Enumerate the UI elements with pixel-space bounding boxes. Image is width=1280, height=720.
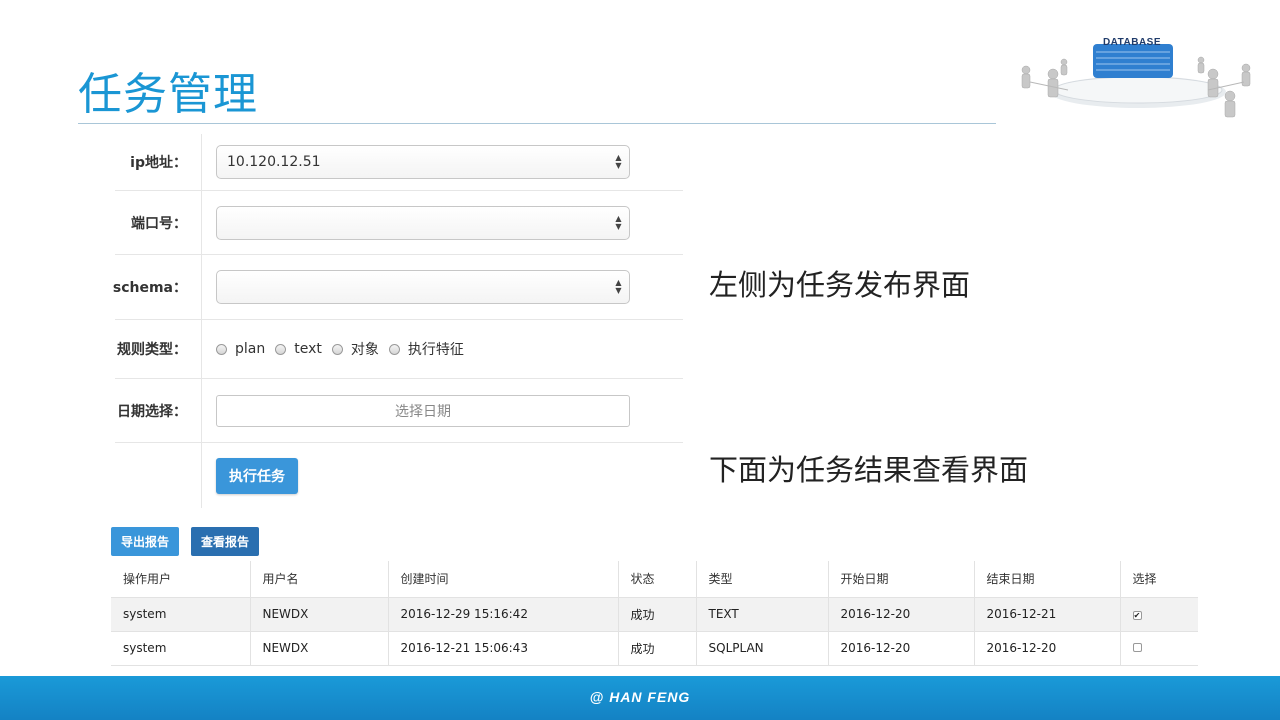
submit-row: 执行任务 — [115, 443, 683, 508]
cell-created: 2016-12-29 15:16:42 — [388, 597, 619, 632]
select-arrows-icon: ▲ ▼ — [615, 153, 622, 170]
table-row[interactable]: system NEWDX 2016-12-29 15:16:42 成功 TEXT… — [111, 597, 1198, 632]
submit-label-spacer — [115, 443, 201, 508]
rule-type-label: 规则类型： — [117, 342, 187, 358]
note-left-side: 左侧为任务发布界面 — [709, 268, 971, 302]
col-header-username: 用户名 — [250, 561, 389, 598]
ip-select[interactable]: 10.120.12.51 ▲ ▼ — [216, 145, 630, 179]
submit-field-cell: 执行任务 — [201, 443, 683, 508]
date-picker-input[interactable]: 选择日期 — [216, 394, 630, 427]
cell-start-date: 2016-12-20 — [828, 631, 975, 666]
cell-end-date: 2016-12-21 — [974, 597, 1121, 632]
date-placeholder: 选择日期 — [395, 403, 451, 420]
cell-select: ✔ — [1120, 597, 1198, 632]
schema-label: schema： — [112, 280, 187, 296]
cell-start-date: 2016-12-20 — [828, 597, 975, 632]
radio-object[interactable]: 对象 — [331, 339, 379, 359]
logo-text: DATABASE — [1102, 37, 1162, 48]
col-header-start-date: 开始日期 — [828, 561, 975, 598]
port-select[interactable]: ▲ ▼ — [216, 205, 630, 240]
radio-circle-icon[interactable] — [275, 343, 287, 355]
select-arrows-icon: ▲ ▼ — [615, 213, 622, 231]
radio-circle-icon[interactable] — [216, 343, 227, 355]
cell-type: SQLPLAN — [696, 631, 829, 666]
cell-operator: system — [111, 597, 251, 632]
title-divider — [78, 123, 996, 124]
table-row[interactable]: system NEWDX 2016-12-21 15:06:43 成功 SQLP… — [111, 631, 1198, 666]
radio-circle-icon[interactable] — [388, 343, 400, 355]
ip-label: ip地址： — [130, 155, 187, 171]
radio-object-label: 对象 — [350, 342, 379, 358]
view-report-button[interactable]: 查看报告 — [191, 527, 260, 556]
rule-type-row: 规则类型： plan text 对象 执行特征 — [115, 320, 683, 379]
ip-select-value: 10.120.12.51 — [227, 154, 321, 170]
date-field-cell: 选择日期 — [201, 379, 683, 442]
radio-text[interactable]: text — [275, 341, 322, 357]
radio-exec-feature[interactable]: 执行特征 — [388, 339, 464, 359]
date-row: 日期选择： 选择日期 — [115, 379, 683, 443]
run-task-button[interactable]: 执行任务 — [216, 457, 298, 494]
port-label: 端口号： — [131, 215, 187, 232]
port-field-cell: ▲ ▼ — [201, 191, 683, 254]
note-below: 下面为任务结果查看界面 — [709, 453, 1029, 487]
select-arrows-icon: ▲ ▼ — [615, 278, 622, 295]
ip-field-cell: 10.120.12.51 ▲ ▼ — [201, 134, 683, 190]
cell-created: 2016-12-21 15:06:43 — [388, 631, 619, 666]
cell-username: NEWDX — [250, 597, 389, 632]
cell-status: 成功 — [618, 631, 697, 666]
col-header-created: 创建时间 — [388, 561, 619, 598]
rule-type-field-cell: plan text 对象 执行特征 — [201, 320, 683, 378]
schema-field-cell: ▲ ▼ — [201, 255, 683, 319]
cell-status: 成功 — [618, 597, 697, 632]
date-label: 日期选择： — [117, 403, 187, 420]
col-header-select: 选择 — [1120, 561, 1198, 598]
cell-select — [1120, 631, 1198, 666]
col-header-status: 状态 — [618, 561, 697, 598]
row-checkbox[interactable]: ✔ — [1132, 611, 1142, 620]
footer-credit: @ HAN FENG — [589, 689, 691, 705]
col-header-operator: 操作用户 — [111, 561, 251, 598]
port-row: 端口号： ▲ ▼ — [115, 191, 683, 255]
ip-row: ip地址： 10.120.12.51 ▲ ▼ — [115, 134, 683, 191]
export-report-button[interactable]: 导出报告 — [111, 527, 180, 556]
cell-type: TEXT — [696, 597, 829, 632]
task-form: ip地址： 10.120.12.51 ▲ ▼ 端口号： ▲ ▼ schema： ▲ ▼… — [112, 134, 683, 508]
page-title: 任务管理 — [78, 69, 258, 120]
cell-username: NEWDX — [250, 631, 389, 666]
results-table: 操作用户 用户名 创建时间 状态 类型 开始日期 结束日期 选择 system … — [111, 561, 1198, 666]
schema-select[interactable]: ▲ ▼ — [216, 270, 630, 304]
table-header-row: 操作用户 用户名 创建时间 状态 类型 开始日期 结束日期 选择 — [111, 561, 1198, 598]
radio-exec-feature-label: 执行特征 — [407, 342, 464, 358]
cell-end-date: 2016-12-20 — [974, 631, 1121, 666]
radio-plan-label: plan — [235, 341, 266, 357]
radio-plan[interactable]: plan — [216, 341, 265, 357]
radio-circle-icon[interactable] — [331, 343, 343, 355]
col-header-type: 类型 — [696, 561, 829, 598]
radio-text-label: text — [294, 341, 322, 357]
col-header-end-date: 结束日期 — [974, 561, 1121, 598]
cell-operator: system — [111, 631, 251, 666]
row-checkbox[interactable] — [1132, 643, 1142, 652]
schema-row: schema： ▲ ▼ — [112, 255, 683, 320]
